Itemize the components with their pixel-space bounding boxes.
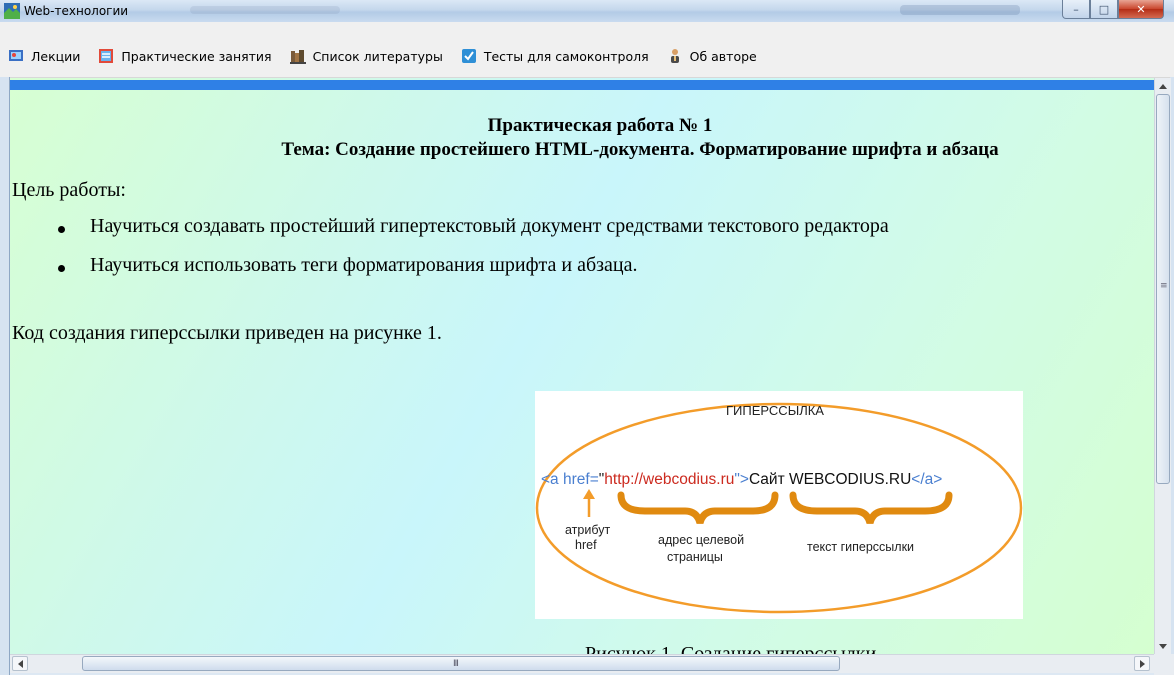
title-bar[interactable]: Web-технологии – □ ✕: [0, 0, 1174, 23]
intro-text: Код создания гиперссылки приведен на рис…: [12, 322, 442, 344]
horizontal-grip-icon: III: [453, 659, 459, 669]
brace-url: [617, 491, 779, 525]
code-quote-close: ">: [734, 471, 749, 488]
svg-text:<a href="http://webcodius.ru">: <a href="http://webcodius.ru">Сайт WEBCO…: [541, 471, 942, 488]
window-controls: – □ ✕: [1062, 0, 1164, 19]
practice-icon: [99, 49, 114, 63]
scroll-down-button[interactable]: [1155, 638, 1171, 654]
code-attr: href=: [563, 471, 599, 488]
menu-item-lectures[interactable]: Лекции: [8, 48, 80, 64]
menu-item-label: Список литературы: [312, 48, 443, 64]
bullet-icon: [58, 226, 65, 233]
goal-item: Научиться использовать теги форматирован…: [90, 254, 638, 276]
hyperlink-figure: ГИПЕРССЫЛКА <a href="http://webcodius.ru…: [535, 391, 1023, 619]
vertical-scroll-thumb[interactable]: ≡: [1156, 94, 1170, 484]
scroll-down-icon: [1159, 643, 1167, 649]
close-button[interactable]: ✕: [1118, 0, 1164, 19]
title-ghost: [190, 6, 340, 14]
brace-text: [789, 491, 953, 525]
page-title: Практическая работа № 1: [487, 115, 713, 136]
page-subtitle: Тема: Создание простейшего HTML-документ…: [281, 139, 999, 160]
scroll-up-button[interactable]: [1155, 78, 1171, 94]
label-url: адрес целевой: [658, 533, 744, 547]
code-close-tag: </a>: [911, 471, 942, 488]
scroll-right-icon: [1139, 659, 1145, 668]
vertical-scrollbar[interactable]: ≡: [1154, 78, 1171, 654]
window-title: Web-технологии: [24, 4, 129, 18]
label-attr: href: [575, 538, 597, 552]
minimize-button[interactable]: –: [1062, 0, 1090, 19]
menu: Лекции Практические занятия Список литер…: [8, 44, 775, 68]
scroll-up-icon: [1159, 83, 1167, 89]
label-text: текст гиперссылки: [807, 540, 914, 554]
code-text: Сайт WEBCODIUS.RU: [749, 471, 911, 488]
scrollbar-corner: [1154, 654, 1174, 675]
menu-item-label: Тесты для самоконтроля: [483, 48, 649, 64]
goal-label: Цель работы:: [12, 179, 126, 201]
menu-item-author[interactable]: Об авторе: [667, 48, 757, 64]
figure-caption: Рисунок 1. Создание гиперссылки: [585, 643, 877, 654]
menu-item-label: Практические занятия: [121, 48, 272, 64]
lectures-icon: [9, 50, 23, 61]
title-ghost: [900, 5, 1020, 15]
label-attr: атрибут: [565, 523, 610, 537]
arrow-head: [583, 489, 595, 499]
document-view[interactable]: Практическая работа № 1 Тема: Создание п…: [10, 78, 1154, 654]
horizontal-scrollbar[interactable]: III: [10, 654, 1154, 673]
accent-bar: [10, 80, 1154, 90]
maximize-button[interactable]: □: [1090, 0, 1118, 19]
close-icon: ✕: [1136, 2, 1146, 16]
scroll-left-icon: [17, 659, 23, 668]
minimize-icon: –: [1073, 2, 1079, 16]
horizontal-scroll-thumb[interactable]: III: [82, 656, 840, 671]
code-open-tag: <a: [541, 471, 563, 488]
menu-bar-background: [0, 22, 1174, 43]
goal-item: Научиться создавать простейший гипертекс…: [90, 215, 889, 237]
label-url: страницы: [667, 550, 723, 564]
menu-item-tests[interactable]: Тесты для самоконтроля: [461, 48, 649, 64]
scroll-left-button[interactable]: [12, 656, 28, 671]
books-icon: [289, 50, 306, 64]
author-icon: [670, 49, 679, 63]
hyperlink-diagram: ГИПЕРССЫЛКА <a href="http://webcodius.ru…: [535, 402, 1023, 614]
figure-heading: ГИПЕРССЫЛКА: [726, 403, 824, 418]
app-icon: [4, 3, 20, 19]
tests-icon: [461, 49, 476, 63]
app-window: Web-технологии – □ ✕ Лекции Практические…: [0, 0, 1174, 675]
vertical-grip-icon: ≡: [1160, 281, 1168, 291]
scroll-right-button[interactable]: [1134, 656, 1150, 671]
menu-item-label: Об авторе: [689, 48, 757, 64]
menu-item-practice[interactable]: Практические занятия: [98, 48, 272, 64]
code-url: http://webcodius.ru: [604, 471, 734, 488]
menu-item-label: Лекции: [31, 48, 81, 64]
frame-border: [0, 77, 10, 675]
menu-item-literature[interactable]: Список литературы: [289, 48, 443, 64]
figure-ellipse: [535, 402, 1023, 614]
bullet-icon: [58, 265, 65, 272]
maximize-icon: □: [1098, 2, 1110, 16]
